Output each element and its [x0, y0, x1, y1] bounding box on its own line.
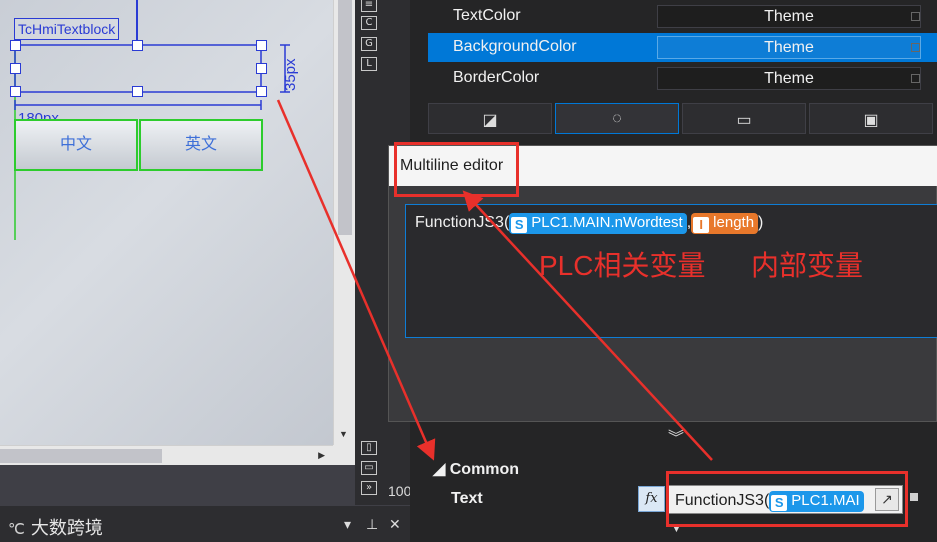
canvas-vertical-scrollbar[interactable]: ▼ — [333, 0, 355, 445]
property-row-textcolor[interactable]: TextColor Theme — [428, 2, 937, 31]
image-fill-icon[interactable]: ▣ — [809, 103, 933, 134]
property-value[interactable]: Theme — [657, 5, 921, 28]
highlight-text-field — [666, 471, 908, 527]
solid-fill-icon[interactable]: ▭ — [682, 103, 806, 134]
zoom-level[interactable]: 100 — [388, 483, 411, 499]
c-icon[interactable]: C — [361, 16, 377, 30]
property-name: BorderColor — [453, 69, 540, 86]
symbol-token-text: PLC1.MAIN.nWordtest — [531, 214, 683, 231]
layout-icon-1[interactable]: ▯ — [361, 441, 377, 455]
designer-canvas[interactable]: TcHmiTextblock 180px 35px 中文 英文 — [0, 0, 333, 445]
expression-prefix: FunctionJS3( — [415, 214, 510, 231]
canvas-bottom-bar — [0, 465, 355, 505]
expand-icon[interactable]: » — [361, 481, 377, 495]
property-name: TextColor — [453, 7, 521, 24]
resize-handle-tr[interactable] — [256, 40, 267, 51]
internal-token-text: length — [713, 214, 755, 231]
resize-handle-br[interactable] — [256, 86, 267, 97]
common-category-label: Common — [449, 461, 520, 478]
property-row-backgroundcolor[interactable]: BackgroundColor Theme — [428, 33, 937, 62]
fill-type-tabs: ◪ ◌ ▭ ▣ — [428, 103, 937, 134]
expression-suffix: ) — [758, 214, 764, 231]
internal-badge-icon: I — [693, 217, 710, 233]
canvas-horizontal-scrollbar[interactable]: ▶ — [0, 445, 333, 465]
layout-icon-2[interactable]: ▭ — [361, 461, 377, 475]
no-fill-icon[interactable]: ◪ — [428, 103, 552, 134]
pin-icon[interactable]: ⊥ — [366, 516, 378, 533]
scroll-down-arrow-icon[interactable]: ▼ — [339, 429, 348, 439]
list-icon[interactable]: ≡ — [361, 0, 377, 12]
resize-handle-r[interactable] — [256, 63, 267, 74]
collapse-chevron-icon[interactable]: ︾ — [668, 424, 684, 448]
l-icon[interactable]: L — [361, 57, 377, 71]
property-value[interactable]: Theme — [657, 67, 921, 90]
control-type-label: TcHmiTextblock — [14, 18, 120, 40]
property-row-bordercolor[interactable]: BorderColor Theme — [428, 64, 937, 93]
property-name: BackgroundColor — [453, 38, 577, 55]
scrollbar-thumb[interactable] — [338, 0, 352, 235]
scroll-right-arrow-icon[interactable]: ▶ — [318, 450, 325, 461]
resize-handle-t[interactable] — [132, 40, 143, 51]
brand-watermark: ℃ 大数跨境 — [8, 514, 103, 540]
symbol-token[interactable]: S PLC1.MAIN.nWordtest — [509, 213, 687, 234]
height-dimension-label: 35px — [282, 58, 299, 91]
property-checkbox[interactable] — [911, 43, 920, 52]
scrollbar-corner — [333, 445, 355, 465]
dropdown-icon[interactable]: ▾ — [344, 516, 351, 533]
bottom-panel-header: ℃ 大数跨境 ▾ ⊥ ✕ — [0, 505, 410, 542]
property-checkbox[interactable] — [911, 74, 920, 83]
g-icon[interactable]: G — [361, 37, 377, 51]
resize-handle-b[interactable] — [132, 86, 143, 97]
brand-logo-icon: ℃ — [8, 521, 25, 538]
english-language-button[interactable]: 英文 — [139, 119, 263, 171]
symbol-badge-icon: S — [511, 217, 528, 233]
internal-token[interactable]: Ilength — [691, 213, 759, 234]
annotation-plc-variable: PLC相关变量 — [539, 250, 706, 281]
property-value[interactable]: Theme — [657, 36, 921, 59]
highlight-multiline-title — [394, 142, 519, 197]
text-property-label: Text — [451, 490, 483, 507]
common-category-header[interactable]: ◢ Common — [433, 459, 519, 479]
resize-handle-bl[interactable] — [10, 86, 21, 97]
property-checkbox[interactable] — [911, 12, 920, 21]
close-icon[interactable]: ✕ — [389, 516, 401, 533]
function-fx-icon[interactable]: fx — [638, 486, 665, 512]
vertical-toolbar: ≡ C G L ▯ ▭ » — [355, 0, 385, 505]
chinese-language-button[interactable]: 中文 — [14, 119, 138, 171]
resize-handle-l[interactable] — [10, 63, 21, 74]
gradient-circle-icon[interactable]: ◌ — [555, 103, 679, 134]
annotation-internal-variable: 内部变量 — [751, 250, 864, 281]
brand-name: 大数跨境 — [30, 518, 103, 538]
property-marker-icon — [910, 493, 918, 501]
resize-handle-tl[interactable] — [10, 40, 21, 51]
scrollbar-thumb[interactable] — [0, 449, 162, 463]
expression-line: FunctionJS3(S PLC1.MAIN.nWordtest, Ilength… — [415, 213, 763, 234]
